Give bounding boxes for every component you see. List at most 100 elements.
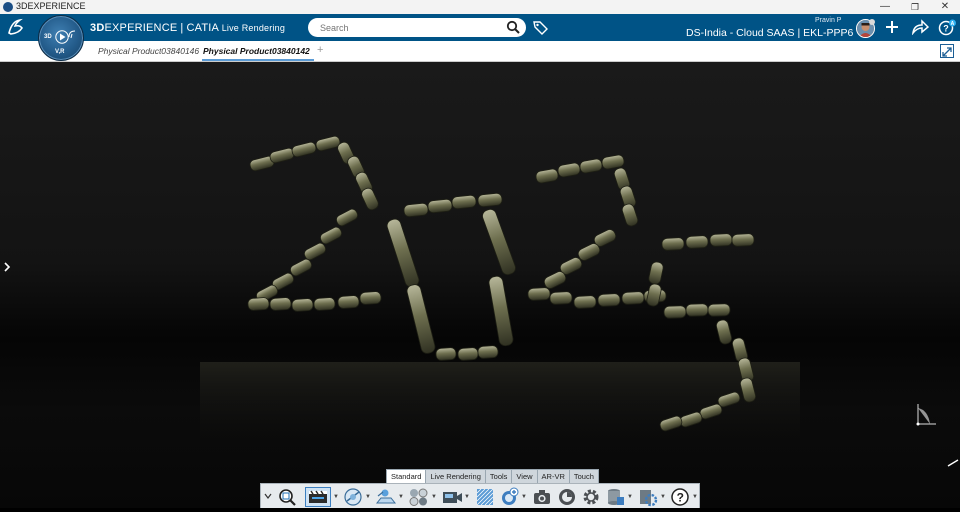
action-bar: ▼ ▼ ▼ ▼ ▼ ▼ ▼ ▼ ? ▼: [260, 483, 700, 508]
section-tab-standard[interactable]: Standard: [387, 470, 427, 484]
add-object-dropdown-icon[interactable]: ▼: [521, 494, 527, 500]
digit-0-brick: [403, 202, 429, 218]
fullscreen-icon[interactable]: [940, 44, 954, 58]
digit-5-brick: [663, 305, 687, 319]
multiple-objects-icon[interactable]: [408, 487, 428, 507]
section-tab-tools[interactable]: Tools: [486, 470, 513, 484]
add-tab-button[interactable]: +: [317, 44, 323, 56]
environment-icon[interactable]: [343, 487, 363, 507]
add-icon[interactable]: [884, 19, 900, 40]
render-settings-dropdown-icon[interactable]: ▼: [333, 494, 339, 500]
digit-2a-brick: [303, 242, 327, 261]
compass-vr-label: V,R: [55, 49, 65, 55]
section-tab-touch[interactable]: Touch: [570, 470, 598, 484]
tools-options-dropdown-icon[interactable]: ▼: [660, 494, 666, 500]
tab-physical-product-03840142[interactable]: Physical Product03840142: [203, 46, 310, 56]
compass-gauge-icon: [67, 26, 77, 44]
digit-2b-brick: [543, 271, 567, 289]
maximize-button[interactable]: ❐: [900, 0, 930, 14]
compass-widget[interactable]: 3D V,R: [38, 15, 84, 61]
digit-0-brick: [457, 347, 479, 361]
ds-logo-icon[interactable]: [6, 17, 28, 40]
lights-dropdown-icon[interactable]: ▼: [398, 494, 404, 500]
camera-view-dropdown-icon[interactable]: ▼: [464, 494, 470, 500]
digit-5-brick: [731, 233, 755, 247]
digit-0-brick: [482, 208, 516, 276]
tenant-selector[interactable]: DS-India - Cloud SAAS | EKL-PPP6 ⌄: [686, 27, 865, 39]
share-icon[interactable]: [911, 19, 930, 40]
digit-2b-brick: [601, 154, 625, 170]
window-title: 3DEXPERIENCE: [16, 1, 86, 11]
section-tab-view[interactable]: View: [512, 470, 538, 484]
database-dropdown-icon[interactable]: ▼: [627, 494, 633, 500]
digit-2a-brick: [313, 297, 336, 311]
viewport-resize-icon[interactable]: [947, 454, 959, 472]
brand-experience: EXPERIENCE: [104, 22, 178, 34]
app-title: 3DEXPERIENCE | CATIA Live Rendering: [90, 22, 285, 34]
database-icon[interactable]: [605, 487, 625, 507]
digit-0-brick: [386, 218, 420, 288]
digit-2a-brick: [289, 258, 313, 277]
lights-icon[interactable]: [375, 487, 397, 507]
top-bar: 3DEXPERIENCE|CATIA Live Rendering Pravin…: [0, 14, 960, 41]
digit-0-brick: [477, 345, 499, 359]
render-preview-icon[interactable]: [557, 487, 577, 507]
collapse-action-bar-icon[interactable]: [264, 487, 272, 505]
tenant-label: DS-India - Cloud SAAS | EKL-PPP6: [686, 27, 854, 39]
expand-panel-icon[interactable]: [3, 259, 11, 277]
digit-2b-brick: [621, 203, 639, 227]
multiple-objects-dropdown-icon[interactable]: ▼: [431, 494, 437, 500]
document-tabs: Physical Product03840146 Physical Produc…: [0, 41, 960, 62]
svg-text:?: ?: [943, 24, 949, 34]
digit-5-brick: [707, 303, 731, 317]
search-icon[interactable]: [506, 20, 520, 39]
add-object-icon[interactable]: [499, 487, 519, 507]
section-tab-ar-vr[interactable]: AR-VR: [538, 470, 570, 484]
digit-2a-brick: [291, 141, 317, 158]
window-titlebar: 3DEXPERIENCE — ❐ ✕: [0, 0, 960, 15]
digit-0-brick: [477, 192, 503, 208]
digit-2a-brick: [359, 291, 382, 305]
digit-2a-brick: [291, 298, 314, 312]
close-button[interactable]: ✕: [930, 0, 960, 14]
digit-5-brick: [646, 283, 662, 307]
digit-2b-brick: [527, 287, 551, 301]
digit-2a-brick: [361, 187, 379, 211]
digit-0-brick: [427, 198, 453, 214]
digit-2b-brick: [597, 293, 621, 307]
capture-image-icon[interactable]: [532, 487, 552, 507]
pattern-icon[interactable]: [475, 487, 495, 507]
axis-triad-icon[interactable]: [908, 400, 938, 435]
section-tab-live-rendering[interactable]: Live Rendering: [426, 470, 486, 484]
digit-2a-brick: [335, 208, 359, 227]
digit-5-brick: [661, 237, 685, 251]
search-input[interactable]: [318, 20, 502, 36]
tools-options-icon[interactable]: [638, 487, 658, 507]
digit-5-brick: [685, 235, 709, 249]
digit-0-brick: [435, 347, 457, 361]
svg-text:A: A: [951, 21, 955, 27]
brand-role: Live Rendering: [221, 23, 286, 33]
digit-2b-brick: [535, 168, 559, 184]
minimize-button[interactable]: —: [870, 0, 900, 14]
digit-2b-brick: [573, 295, 597, 309]
avatar-status-badge: [869, 19, 875, 25]
help-icon[interactable]: ?: [670, 487, 690, 507]
digit-2b-brick: [549, 291, 573, 305]
search-box[interactable]: [308, 18, 526, 37]
digit-2a-brick: [269, 297, 292, 311]
tab-physical-product-03840146[interactable]: Physical Product03840146: [98, 46, 199, 56]
digit-2a-brick: [315, 135, 341, 152]
camera-view-icon[interactable]: [441, 487, 462, 507]
tag-icon[interactable]: [533, 20, 548, 40]
help-icon[interactable]: ? A: [938, 19, 956, 41]
brand-separator: |: [180, 22, 184, 34]
fit-all-icon[interactable]: [277, 487, 297, 507]
3d-viewport[interactable]: [0, 62, 960, 508]
rendered-model[interactable]: [0, 62, 960, 508]
help-dropdown-icon[interactable]: ▼: [692, 494, 698, 500]
model-2025[interactable]: [200, 135, 800, 452]
settings-gear-icon[interactable]: [581, 487, 601, 507]
render-settings-icon[interactable]: [305, 487, 331, 507]
environment-dropdown-icon[interactable]: ▼: [365, 494, 371, 500]
